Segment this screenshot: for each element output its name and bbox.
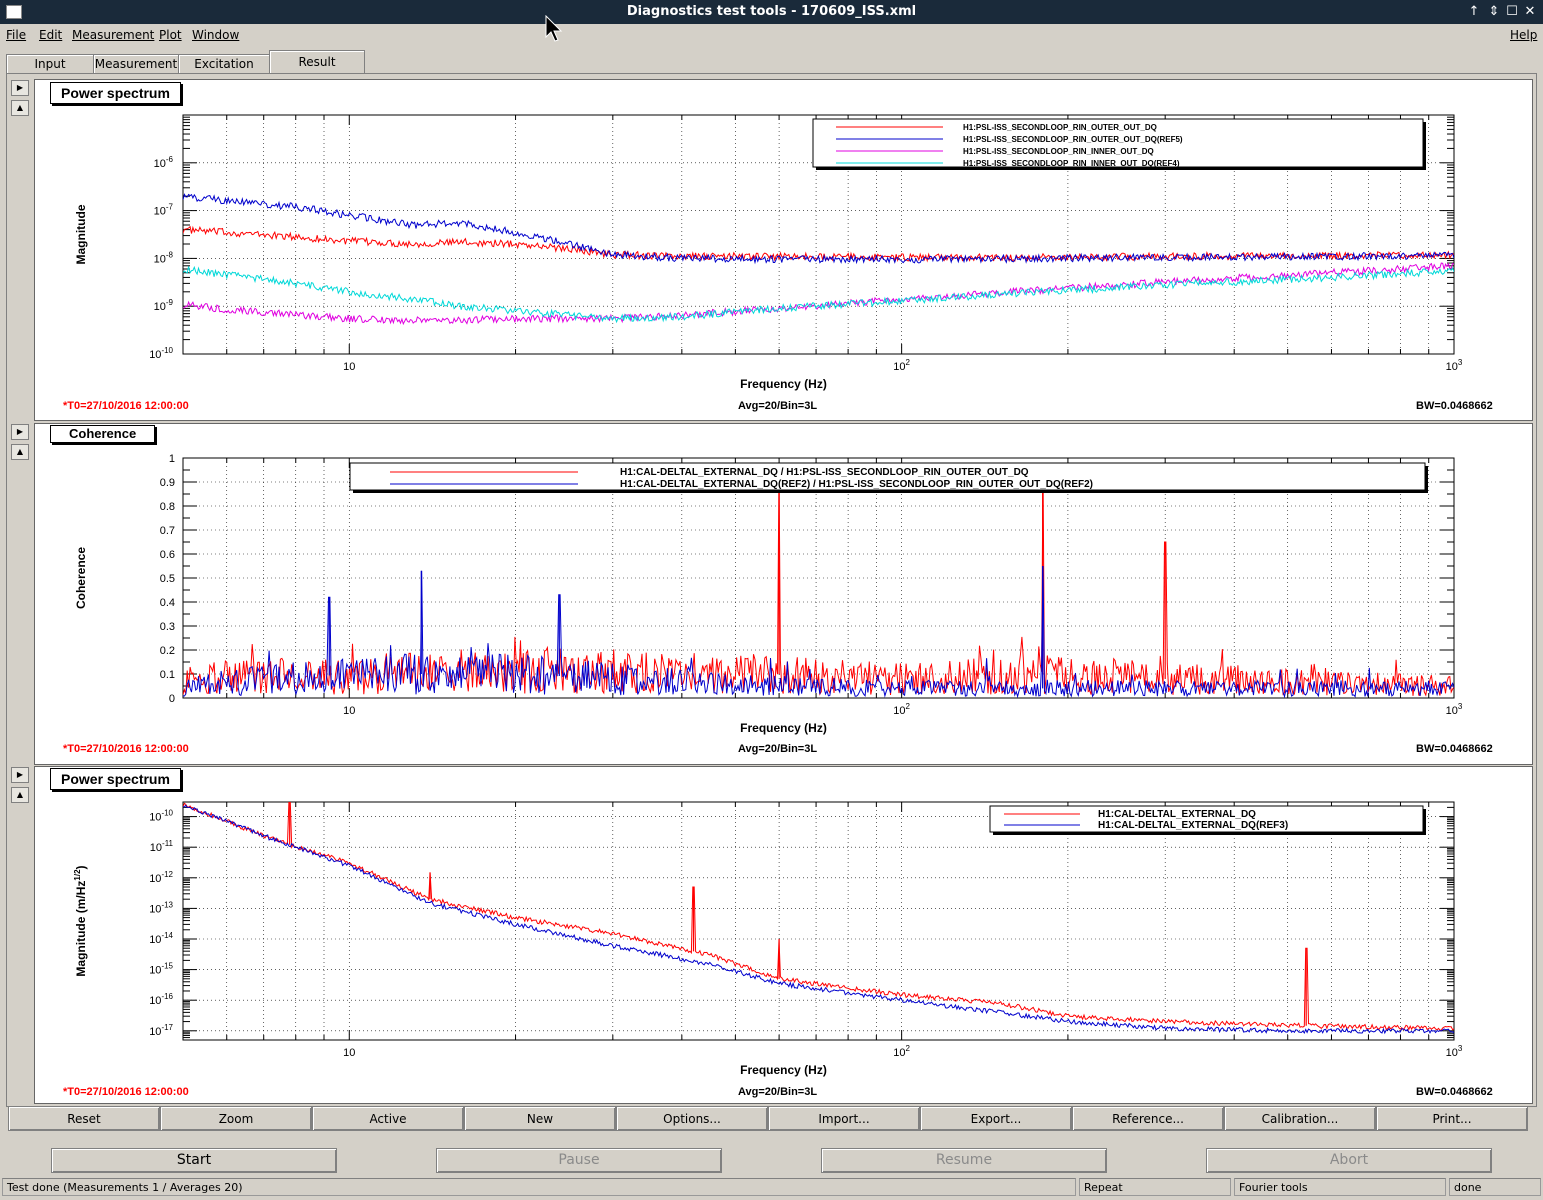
y-tick-label: 10-9 xyxy=(154,298,174,313)
y-tick-label: 0.4 xyxy=(160,597,175,609)
y-axis-label: Magnitude (m/Hz1/2) xyxy=(73,865,88,976)
y-tick-label: 10-16 xyxy=(149,992,173,1007)
plot-2-avg: Avg=20/Bin=3L xyxy=(738,743,818,755)
y-tick-label: 1 xyxy=(169,453,175,465)
y-tick-label: 10-6 xyxy=(154,155,174,170)
plot-2-bw: BW=0.0468662 xyxy=(1416,743,1493,755)
calibration-button[interactable]: Calibration... xyxy=(1224,1106,1376,1131)
plot-3-bw: BW=0.0468662 xyxy=(1416,1086,1493,1098)
reference-button[interactable]: Reference... xyxy=(1072,1106,1224,1131)
chart-3: 10 102 103 10-17 10-16 10-15 10-14 10-13 10-12 10… xyxy=(73,801,1463,1077)
y-tick-label: 10-17 xyxy=(149,1023,173,1038)
zoom-button[interactable]: Zoom xyxy=(160,1106,312,1131)
active-button[interactable]: Active xyxy=(312,1106,464,1131)
x-tick-label: 103 xyxy=(1446,358,1463,373)
y-tick-label: 0 xyxy=(169,693,175,705)
y-tick-label: 10-10 xyxy=(149,346,173,361)
print-button[interactable]: Print... xyxy=(1376,1106,1528,1131)
plot-1-t0: *T0=27/10/2016 12:00:00 xyxy=(63,400,189,412)
legend-label-2: H1:CAL-DELTAL_EXTERNAL_DQ(REF2) / H1:PSL… xyxy=(620,479,1093,490)
new-button[interactable]: New xyxy=(464,1106,616,1131)
x-tick-label: 103 xyxy=(1446,702,1463,717)
y-tick-label: 10-8 xyxy=(154,250,174,265)
plot-1-avg: Avg=20/Bin=3L xyxy=(738,400,818,412)
y-tick-label: 0.6 xyxy=(160,549,175,561)
legend-label-1: H1:CAL-DELTAL_EXTERNAL_DQ xyxy=(1098,809,1256,820)
y-tick-label: 10-15 xyxy=(149,962,173,977)
resume-button[interactable]: Resume xyxy=(821,1148,1107,1173)
x-tick-label: 10 xyxy=(343,361,355,373)
x-tick-label: 102 xyxy=(893,358,910,373)
plot-2-t0: *T0=27/10/2016 12:00:00 xyxy=(63,743,189,755)
plot-toolbar: Reset Zoom Active New Options... Import.… xyxy=(8,1106,1530,1131)
status-bar: Test done (Measurements 1 / Averages 20)… xyxy=(0,1177,1543,1197)
legend-label-3: H1:PSL-ISS_SECONDLOOP_RIN_INNER_OUT_DQ xyxy=(963,147,1154,156)
x-axis-label: Frequency (Hz) xyxy=(740,721,827,735)
y-axis-label: Coherence xyxy=(74,547,88,609)
y-tick-label: 0.5 xyxy=(160,573,175,585)
pause-button[interactable]: Pause xyxy=(436,1148,722,1173)
reset-button[interactable]: Reset xyxy=(8,1106,160,1131)
chart-2: 10 102 103 0 0.1 0.2 0.3 0.4 0.5 0.6 0.7 0.8 0.9 1 Fre… xyxy=(74,453,1463,735)
x-tick-label: 10 xyxy=(343,705,355,717)
options-button[interactable]: Options... xyxy=(616,1106,768,1131)
x-tick-label: 10 xyxy=(343,1047,355,1059)
y-tick-label: 0.3 xyxy=(160,621,175,633)
status-message: Test done (Measurements 1 / Averages 20) xyxy=(2,1178,1076,1196)
y-tick-label: 10-14 xyxy=(149,931,173,946)
x-axis-label: Frequency (Hz) xyxy=(740,377,827,391)
export-button[interactable]: Export... xyxy=(920,1106,1072,1131)
chart-1: 10 102 103 10-10 10-9 10-8 10-7 10-6 Frequency (… xyxy=(74,114,1463,391)
legend-label-1: H1:PSL-ISS_SECONDLOOP_RIN_OUTER_OUT_DQ xyxy=(963,123,1157,132)
y-tick-label: 0.7 xyxy=(160,525,175,537)
legend-label-2: H1:PSL-ISS_SECONDLOOP_RIN_OUTER_OUT_DQ(R… xyxy=(963,135,1183,144)
y-axis-label: Magnitude xyxy=(74,204,88,264)
abort-button[interactable]: Abort xyxy=(1206,1148,1492,1173)
y-tick-label: 10-13 xyxy=(149,900,173,915)
charts-canvas: 10 102 10310-1010-910-810-710-6Frequency (… xyxy=(73,114,1463,1077)
plot-1-bw: BW=0.0468662 xyxy=(1416,400,1493,412)
plot-3-avg: Avg=20/Bin=3L xyxy=(738,1086,818,1098)
x-tick-label: 102 xyxy=(893,702,910,717)
legend-label-1: H1:CAL-DELTAL_EXTERNAL_DQ / H1:PSL-ISS_S… xyxy=(620,467,1029,478)
start-button[interactable]: Start xyxy=(51,1148,337,1173)
y-tick-label: 10-12 xyxy=(149,870,173,885)
y-tick-label: 10-11 xyxy=(150,839,174,854)
plot-frame xyxy=(182,801,1455,1041)
y-tick-label: 0.8 xyxy=(160,501,175,513)
x-tick-label: 102 xyxy=(893,1044,910,1059)
import-button[interactable]: Import... xyxy=(768,1106,920,1131)
legend-label-2: H1:CAL-DELTAL_EXTERNAL_DQ(REF3) xyxy=(1098,820,1288,831)
y-tick-label: 0.9 xyxy=(160,477,175,489)
status-state: done xyxy=(1449,1178,1541,1196)
y-tick-label: 10-10 xyxy=(149,809,173,824)
x-tick-label: 103 xyxy=(1446,1044,1463,1059)
x-axis-label: Frequency (Hz) xyxy=(740,1063,827,1077)
y-tick-label: 10-7 xyxy=(154,203,174,218)
status-mode: Repeat xyxy=(1079,1178,1231,1196)
status-tool: Fourier tools xyxy=(1234,1178,1446,1196)
y-tick-label: 0.2 xyxy=(160,645,175,657)
plot-3-t0: *T0=27/10/2016 12:00:00 xyxy=(63,1086,189,1098)
y-tick-label: 0.1 xyxy=(160,669,175,681)
mouse-pointer-icon xyxy=(545,15,563,42)
legend-label-4: H1:PSL-ISS_SECONDLOOP_RIN_INNER_OUT_DQ(R… xyxy=(963,159,1180,168)
